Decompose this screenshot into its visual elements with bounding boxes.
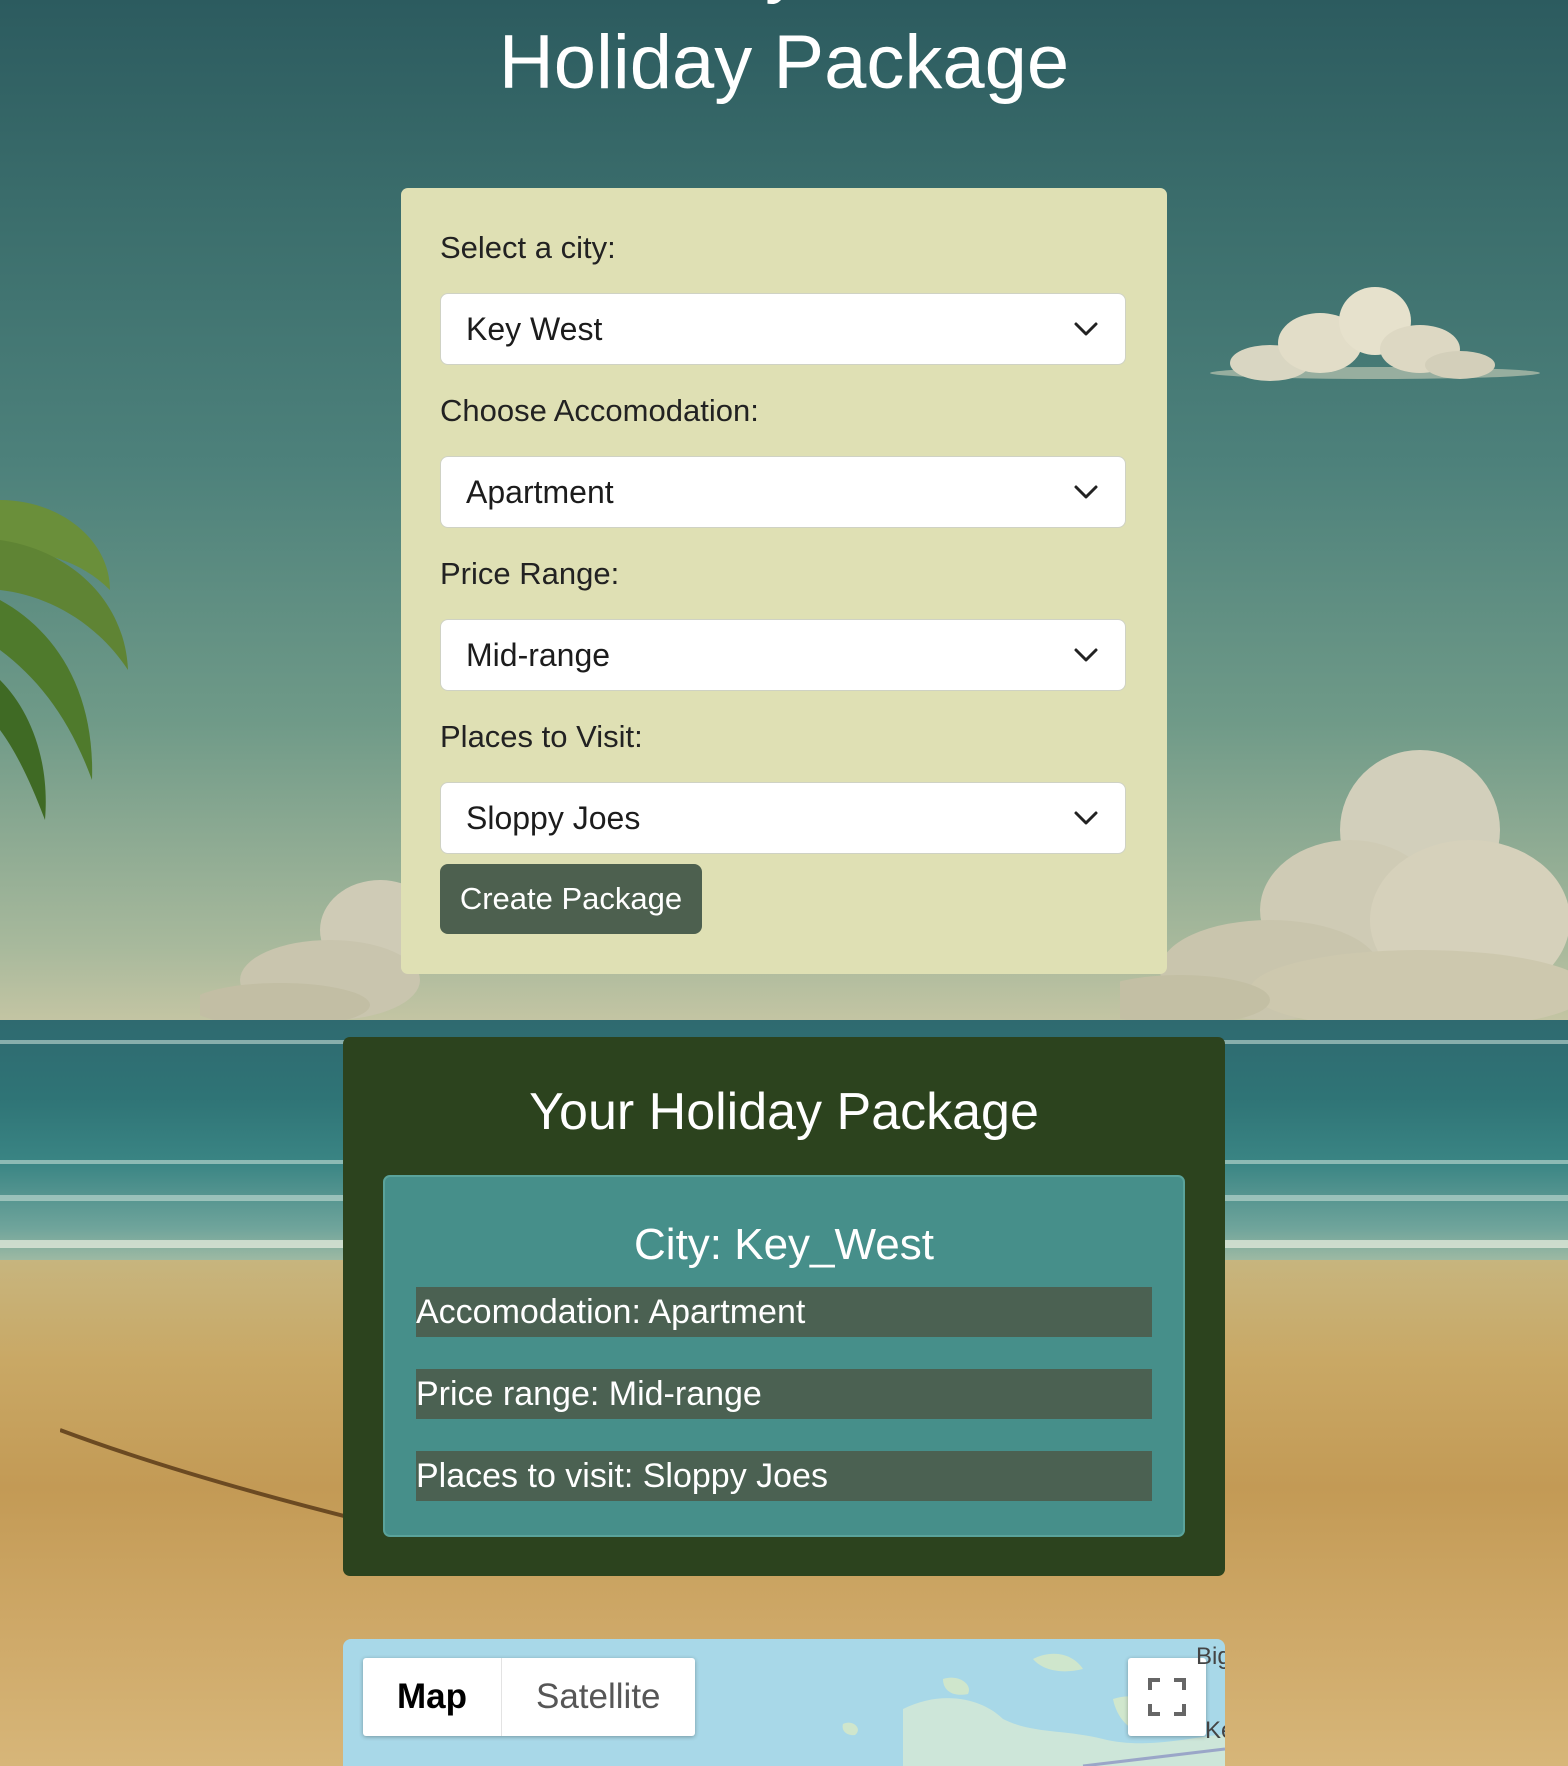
price-select-value: Mid-range [466, 637, 611, 673]
package-form: Select a city: Key West Choose Accomodat… [401, 188, 1167, 974]
result-title: Your Holiday Package [529, 1083, 1039, 1141]
accommodation-select[interactable]: Apartment [440, 456, 1126, 528]
result-accommodation: Accomodation: Apartment [416, 1287, 1152, 1337]
places-label: Places to Visit: [440, 719, 643, 754]
result-price-range: Price range: Mid-range [416, 1369, 1152, 1419]
cloud-small [1210, 287, 1540, 381]
city-select[interactable]: Key West [440, 293, 1126, 365]
chevron-down-icon [1074, 811, 1098, 825]
chevron-down-icon [1074, 322, 1098, 336]
accommodation-label: Choose Accomodation: [440, 393, 759, 428]
chevron-down-icon [1074, 485, 1098, 499]
palm-leaves [0, 500, 128, 820]
chevron-down-icon [1074, 648, 1098, 662]
map-type-toggle: Map Satellite [363, 1658, 695, 1736]
create-package-button[interactable]: Create Package [440, 864, 702, 934]
fullscreen-icon [1148, 1678, 1186, 1716]
page-title: Holiday Package [498, 20, 1070, 105]
places-select[interactable]: Sloppy Joes [440, 782, 1126, 854]
map-place-label: Ke [1205, 1717, 1225, 1744]
places-select-value: Sloppy Joes [466, 800, 641, 836]
result-city: City: Key_West [634, 1220, 934, 1269]
price-label: Price Range: [440, 556, 620, 591]
city-select-value: Key West [466, 311, 603, 347]
fullscreen-button[interactable] [1128, 1658, 1206, 1736]
cloud-large [1120, 750, 1568, 1030]
result-places: Places to visit: Sloppy Joes [416, 1451, 1152, 1501]
map-place-label: Big [1196, 1643, 1225, 1670]
sand-line [60, 1428, 360, 1522]
map-type-satellite-button[interactable]: Satellite [502, 1658, 695, 1736]
holiday-package-result: Your Holiday Package City: Key_West Acco… [343, 1037, 1225, 1576]
city-label: Select a city: [440, 230, 616, 265]
accommodation-select-value: Apartment [466, 474, 614, 510]
map-type-map-button[interactable]: Map [363, 1658, 502, 1736]
map-widget[interactable]: Map Satellite Big Ke [343, 1639, 1225, 1766]
price-select[interactable]: Mid-range [440, 619, 1126, 691]
result-details: City: Key_West Accomodation: Apartment P… [383, 1175, 1185, 1537]
